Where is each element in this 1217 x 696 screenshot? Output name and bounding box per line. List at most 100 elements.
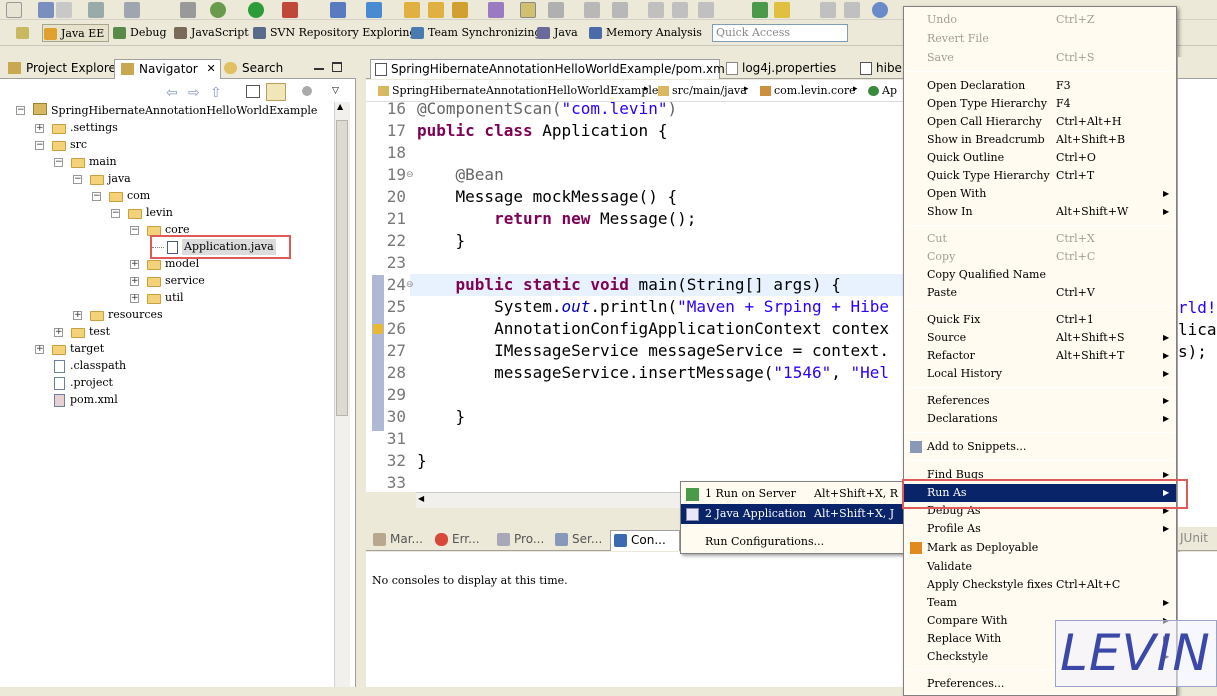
annotation-icon[interactable] — [488, 2, 504, 18]
pin-icon[interactable] — [844, 2, 860, 18]
collapse-icon[interactable]: − — [73, 175, 82, 184]
tab-markers[interactable]: Mar... — [370, 530, 423, 551]
menu-item-paste[interactable]: Paste Ctrl+V — [904, 284, 1176, 302]
tab-hibernate[interactable]: hiber — [856, 59, 907, 79]
menu-item-copy-qualified-name[interactable]: Copy Qualified Name — [904, 266, 1176, 284]
save-icon[interactable] — [38, 2, 54, 18]
maximize-icon[interactable] — [332, 62, 342, 72]
collapse-all-icon[interactable] — [246, 85, 260, 98]
collapse-icon[interactable]: − — [130, 226, 139, 235]
tab-properties[interactable]: Pro... — [494, 530, 544, 551]
tab-error-log[interactable]: Err... — [432, 530, 480, 551]
view-menu-icon[interactable] — [302, 86, 312, 96]
undo-icon[interactable] — [584, 2, 600, 18]
highlight-icon[interactable] — [774, 2, 790, 18]
menu-item-declarations[interactable]: Declarations ▶ — [904, 410, 1176, 428]
breadcrumb-package[interactable]: com.levin.core — [760, 84, 856, 97]
menu-item-quick-outline[interactable]: Quick Outline Ctrl+O — [904, 149, 1176, 167]
breadcrumb-source-folder[interactable]: src/main/java — [658, 84, 747, 97]
collapse-icon[interactable]: − — [92, 192, 101, 201]
tree-item-service[interactable]: service — [165, 273, 205, 289]
expand-icon[interactable]: + — [130, 260, 139, 269]
tab-project-explorer[interactable]: Project Explorer — [2, 59, 125, 79]
menu-item-open-call-hierarchy[interactable]: Open Call Hierarchy Ctrl+Alt+H — [904, 113, 1176, 131]
menu-item-mark-deployable[interactable]: Mark as Deployable — [904, 539, 1176, 557]
menu-item-undo[interactable]: Undo Ctrl+Z — [904, 11, 1176, 29]
fold-icon[interactable]: ⊖ — [406, 170, 414, 180]
new-file-icon[interactable] — [6, 2, 22, 18]
menu-item-local-history[interactable]: Local History ▶ — [904, 365, 1176, 383]
menu-item-save[interactable]: Save Ctrl+S — [904, 49, 1176, 67]
tree-item-classpath[interactable]: .classpath — [70, 358, 126, 374]
tab-search[interactable]: Search — [218, 59, 287, 79]
menu-item-revert-file[interactable]: Revert File — [904, 30, 1176, 48]
collapse-icon[interactable]: − — [111, 209, 120, 218]
menu-item-cut[interactable]: Cut Ctrl+X — [904, 230, 1176, 248]
menu-item-java-application[interactable]: 2 Java Application Alt+Shift+X, J — [681, 504, 904, 524]
tab-navigator[interactable]: Navigator ✕ — [114, 59, 221, 79]
open-task-icon[interactable] — [428, 2, 444, 18]
toggle-mark-icon[interactable] — [520, 2, 536, 18]
menu-item-refactor[interactable]: Refactor Alt+Shift+T ▶ — [904, 347, 1176, 365]
menu-item-validate[interactable]: Validate — [904, 558, 1176, 576]
back-arrow-icon[interactable]: ⇦ — [166, 85, 178, 101]
menu-item-apply-checkstyle-fixes[interactable]: Apply Checkstyle fixes Ctrl+Alt+C — [904, 576, 1176, 594]
debug-perspective-icon[interactable] — [752, 2, 768, 18]
expand-icon[interactable]: + — [130, 277, 139, 286]
tree-item-pom[interactable]: pom.xml — [70, 392, 118, 408]
menu-item-open-declaration[interactable]: Open Declaration F3 — [904, 77, 1176, 95]
terminate-icon[interactable] — [698, 2, 714, 18]
external-tools-icon[interactable] — [282, 2, 298, 18]
breadcrumb-project[interactable]: SpringHibernateAnnotationHelloWorldExamp… — [378, 84, 658, 97]
back-icon[interactable] — [820, 2, 836, 18]
tree-item-java[interactable]: java — [108, 171, 131, 187]
quick-access-input[interactable]: Quick Access — [712, 24, 848, 42]
menu-item-find-bugs[interactable]: Find Bugs ▶ — [904, 466, 1176, 484]
tree-item-application-java[interactable]: Application.java — [182, 239, 276, 255]
perspective-memory-analysis[interactable]: Memory Analysis — [588, 24, 702, 42]
up-arrow-icon[interactable]: ⇧ — [210, 85, 222, 101]
fold-icon[interactable]: ⊖ — [406, 280, 414, 290]
forward-arrow-icon[interactable]: ⇨ — [188, 85, 200, 101]
menu-item-open-type-hierarchy[interactable]: Open Type Hierarchy F4 — [904, 95, 1176, 113]
menu-item-quick-fix[interactable]: Quick Fix Ctrl+1 — [904, 311, 1176, 329]
tab-junit[interactable]: JUnit — [1180, 531, 1208, 545]
tree-item-target[interactable]: target — [70, 341, 104, 357]
scroll-up-icon[interactable]: ▲ — [337, 102, 343, 111]
tree-item-util[interactable]: util — [165, 290, 184, 306]
menu-item-source[interactable]: Source Alt+Shift+S ▶ — [904, 329, 1176, 347]
tree-item-project[interactable]: SpringHibernateAnnotationHelloWorldExamp… — [51, 103, 317, 119]
menu-item-show-in-breadcrumb[interactable]: Show in Breadcrumb Alt+Shift+B — [904, 131, 1176, 149]
collapse-icon[interactable]: − — [16, 106, 25, 115]
globe-icon[interactable] — [872, 2, 888, 18]
new-package-icon[interactable] — [366, 2, 382, 18]
tab-pom-xml[interactable]: SpringHibernateAnnotationHelloWorldExamp… — [370, 59, 728, 79]
perspective-javascript[interactable]: JavaScript — [173, 24, 249, 42]
scroll-thumb[interactable] — [336, 120, 348, 416]
search-tool-icon[interactable] — [452, 2, 468, 18]
step-icon[interactable] — [648, 2, 664, 18]
open-type-icon[interactable] — [404, 2, 420, 18]
tree-item-model[interactable]: model — [165, 256, 199, 272]
close-icon[interactable]: ✕ — [207, 60, 216, 78]
tree-item-levin[interactable]: levin — [146, 205, 173, 221]
menu-item-run-configurations[interactable]: Run Configurations... — [681, 532, 904, 552]
save-all-icon[interactable] — [56, 2, 72, 18]
tree-item-core[interactable]: core — [165, 222, 190, 238]
chevron-down-icon[interactable]: ▽ — [332, 86, 339, 96]
menu-item-run-as[interactable]: Run As ▶ — [904, 484, 1176, 502]
redo-icon[interactable] — [612, 2, 628, 18]
expand-icon[interactable]: + — [130, 294, 139, 303]
tree-item-project-file[interactable]: .project — [70, 375, 113, 391]
menu-item-references[interactable]: References ▶ — [904, 392, 1176, 410]
menu-item-debug-as[interactable]: Debug As ▶ — [904, 502, 1176, 520]
tab-servers[interactable]: Ser... — [552, 530, 602, 551]
menu-item-open-with[interactable]: Open With ▶ — [904, 185, 1176, 203]
menu-item-add-to-snippets[interactable]: Add to Snippets... — [904, 438, 1176, 456]
perspective-java-ee[interactable]: Java EE — [42, 24, 110, 42]
link-with-editor-icon[interactable] — [266, 83, 286, 101]
next-annotation-icon[interactable] — [548, 2, 564, 18]
run-icon[interactable] — [248, 2, 264, 18]
menu-item-copy[interactable]: Copy Ctrl+C — [904, 248, 1176, 266]
expand-icon[interactable]: + — [35, 345, 44, 354]
